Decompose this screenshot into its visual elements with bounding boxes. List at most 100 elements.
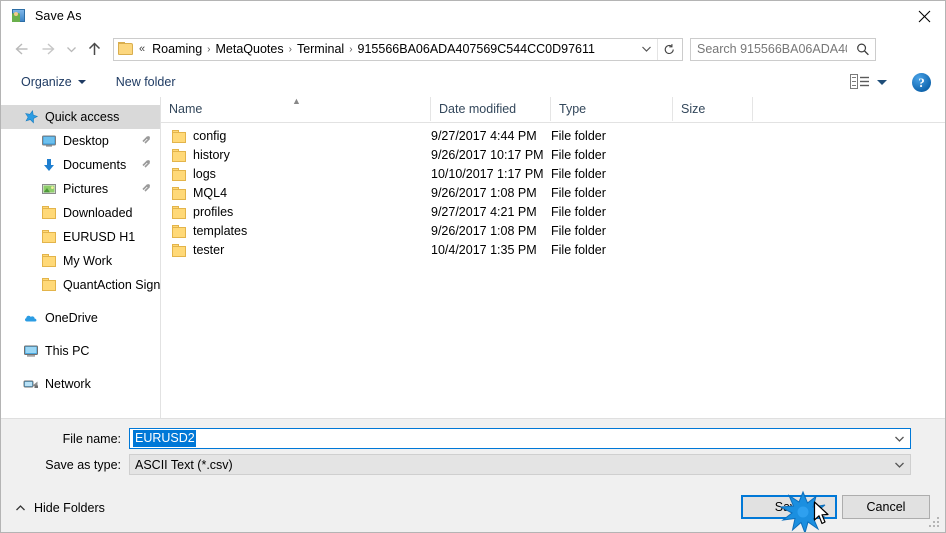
file-type: File folder <box>551 167 606 181</box>
column-header: Name ▲ Date modified Type Size <box>161 96 945 123</box>
table-row[interactable]: history 9/26/2017 10:17 PM File folder <box>161 146 945 165</box>
file-name: config <box>193 129 227 143</box>
save-button[interactable]: Save <box>741 495 837 519</box>
folder-icon <box>171 129 187 145</box>
chevron-down-icon <box>894 436 904 442</box>
breadcrumb-overflow[interactable]: « <box>137 43 148 55</box>
address-bar[interactable]: « Roaming › MetaQuotes › Terminal › 9155… <box>113 37 683 61</box>
breadcrumb-terminal[interactable]: Terminal <box>293 39 348 60</box>
sidebar-item-documents[interactable]: Documents <box>1 153 160 177</box>
sidebar-item-downloaded[interactable]: Downloaded <box>1 201 160 225</box>
desktop-icon <box>41 133 57 149</box>
table-row[interactable]: MQL4 9/26/2017 1:08 PM File folder <box>161 184 945 203</box>
column-header-date-modified[interactable]: Date modified <box>431 97 551 121</box>
sidebar-item-network[interactable]: Network <box>1 372 160 396</box>
file-name: history <box>193 148 230 162</box>
organize-label: Organize <box>21 74 72 89</box>
file-list: Name ▲ Date modified Type Size config 9/… <box>161 96 945 418</box>
close-button[interactable] <box>901 1 945 31</box>
change-view-button[interactable] <box>850 71 887 93</box>
arrow-up-icon <box>88 41 100 55</box>
column-header-type[interactable]: Type <box>551 97 673 121</box>
list-view-icon <box>850 74 869 89</box>
computer-icon <box>23 343 39 359</box>
resize-grip-icon[interactable] <box>929 517 941 529</box>
address-dropdown-button[interactable] <box>636 39 656 60</box>
save-as-type-dropdown-button[interactable] <box>889 455 909 474</box>
hide-folders-label: Hide Folders <box>34 501 105 515</box>
file-date: 9/26/2017 1:08 PM <box>431 186 537 200</box>
file-date: 10/4/2017 1:35 PM <box>431 243 537 257</box>
table-row[interactable]: tester 10/4/2017 1:35 PM File folder <box>161 241 945 260</box>
table-row[interactable]: config 9/27/2017 4:44 PM File folder <box>161 127 945 146</box>
organize-button[interactable]: Organize <box>13 68 94 97</box>
file-name: MQL4 <box>193 186 228 200</box>
sidebar-item-this-pc[interactable]: This PC <box>1 339 160 363</box>
pin-icon[interactable] <box>141 182 151 196</box>
main-area: Quick access Desktop Documents Pictures … <box>1 96 945 418</box>
sidebar-item-my-work[interactable]: My Work <box>1 249 160 273</box>
search-input[interactable]: Search 915566BA06ADA40756... <box>697 42 847 56</box>
sidebar-item-label: Downloaded <box>63 206 133 220</box>
sidebar-item-quick-access[interactable]: Quick access <box>1 105 160 129</box>
recent-locations-button[interactable] <box>61 36 81 62</box>
table-row[interactable]: templates 9/26/2017 1:08 PM File folder <box>161 222 945 241</box>
folder-icon <box>171 148 187 164</box>
title-bar: Save As <box>1 1 945 31</box>
arrow-right-icon <box>42 43 55 55</box>
file-name: templates <box>193 224 248 238</box>
sidebar-item-onedrive[interactable]: OneDrive <box>1 306 160 330</box>
new-folder-button[interactable]: New folder <box>108 68 184 97</box>
folder-icon <box>41 277 57 293</box>
pin-icon[interactable] <box>141 134 151 148</box>
file-name-input[interactable]: EURUSD2 <box>129 428 911 449</box>
folder-icon <box>41 229 57 245</box>
table-row[interactable]: logs 10/10/2017 1:17 PM File folder <box>161 165 945 184</box>
new-folder-label: New folder <box>115 74 176 89</box>
file-name-dropdown-button[interactable] <box>889 429 909 448</box>
hide-folders-button[interactable]: Hide Folders <box>15 501 105 515</box>
close-icon <box>918 10 930 22</box>
back-button[interactable] <box>9 36 35 62</box>
save-as-type-select[interactable]: ASCII Text (*.csv) <box>129 454 911 475</box>
file-type: File folder <box>551 129 606 143</box>
up-button[interactable] <box>81 36 107 62</box>
cancel-button[interactable]: Cancel <box>842 495 930 519</box>
file-name: profiles <box>193 205 234 219</box>
navigation-pane: Quick access Desktop Documents Pictures … <box>1 97 161 418</box>
sidebar-item-desktop[interactable]: Desktop <box>1 129 160 153</box>
sidebar-item-eurusd-h1[interactable]: EURUSD H1 <box>1 225 160 249</box>
breadcrumb-metaquotes[interactable]: MetaQuotes <box>212 39 288 60</box>
file-name-label: File name: <box>62 432 121 446</box>
pin-icon[interactable] <box>141 158 151 172</box>
file-date: 9/26/2017 1:08 PM <box>431 224 537 238</box>
folder-icon <box>41 253 57 269</box>
save-as-icon <box>11 8 27 24</box>
network-icon <box>23 376 39 392</box>
sidebar-item-quantaction-signal[interactable]: QuantAction Signal <box>1 273 160 297</box>
sidebar-item-label: QuantAction Signal <box>63 278 161 292</box>
sidebar-item-pictures[interactable]: Pictures <box>1 177 160 201</box>
save-as-dialog: Save As « Roaming › MetaQuotes › Termina… <box>0 0 946 533</box>
file-type: File folder <box>551 243 606 257</box>
table-row[interactable]: profiles 9/27/2017 4:21 PM File folder <box>161 203 945 222</box>
pictures-icon <box>41 181 57 197</box>
search-box[interactable]: Search 915566BA06ADA40756... <box>690 37 876 62</box>
file-date: 9/27/2017 4:44 PM <box>431 129 537 143</box>
ascending-sort-icon: ▲ <box>292 96 301 106</box>
refresh-button[interactable] <box>657 38 680 60</box>
forward-button[interactable] <box>35 36 61 62</box>
chevron-down-icon <box>66 46 76 52</box>
sidebar-item-label: Quick access <box>45 110 120 124</box>
help-label: ? <box>918 74 925 90</box>
breadcrumb-terminal-id[interactable]: 915566BA06ADA407569C544CC0D97611 <box>354 39 599 60</box>
column-header-size[interactable]: Size <box>673 97 753 121</box>
sidebar-item-label: Network <box>45 377 91 391</box>
sidebar-item-label: My Work <box>63 254 113 268</box>
breadcrumb-roaming[interactable]: Roaming <box>148 39 206 60</box>
navigation-bar: « Roaming › MetaQuotes › Terminal › 9155… <box>1 31 945 67</box>
file-type: File folder <box>551 148 606 162</box>
help-button[interactable]: ? <box>912 73 931 92</box>
search-icon <box>856 42 870 62</box>
